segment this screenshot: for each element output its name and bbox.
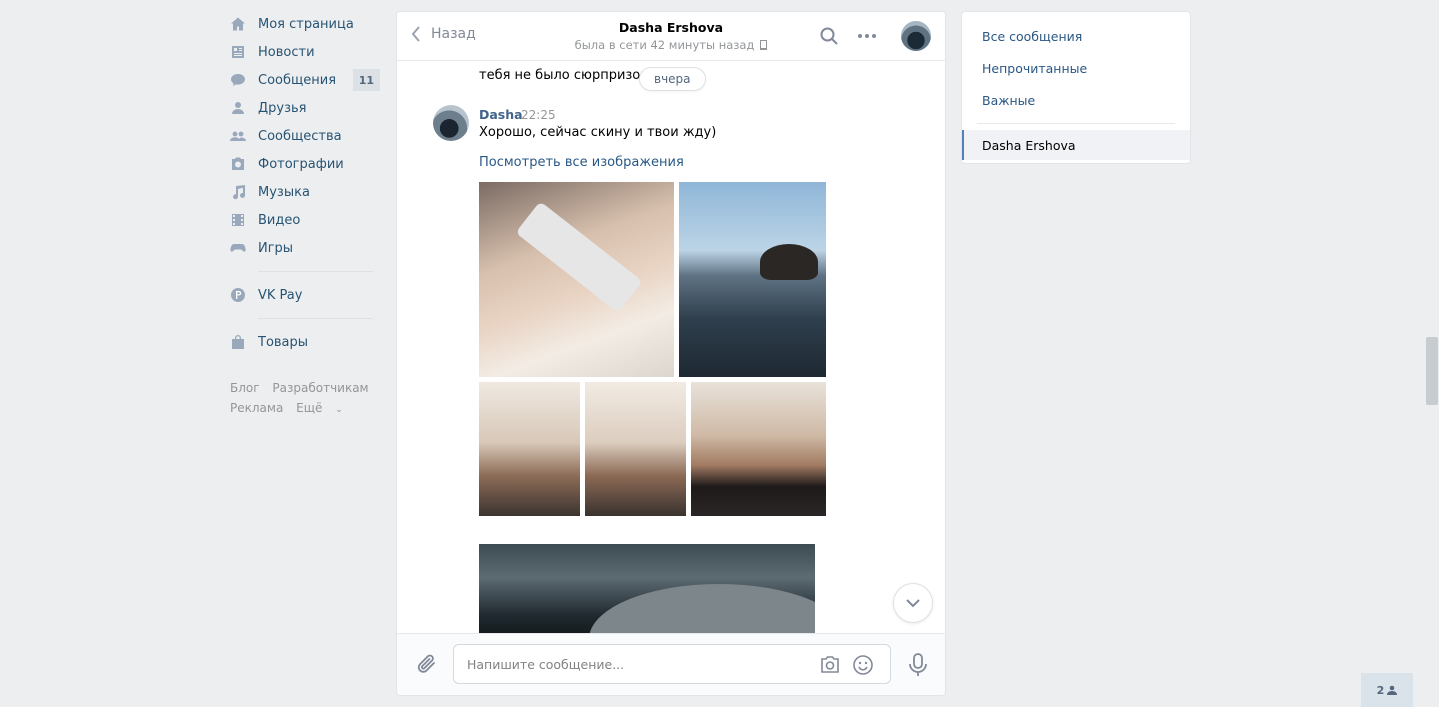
photo-attachment[interactable] [479,544,815,633]
person-icon [1387,685,1398,695]
mobile-phone-icon [760,40,768,50]
nav-item-games[interactable]: Игры [230,234,380,262]
left-navigation: Моя страница Новости Сообщения 11 Друзья… [230,10,380,420]
nav-label: Друзья [258,100,307,116]
nav-label: Сообщества [258,128,342,144]
nav-item-friends[interactable]: Друзья [230,94,380,122]
groups-icon [230,128,246,144]
chat-panel: Назад Dasha Ershova была в сети 42 минут… [396,11,946,696]
message-text: Хорошо, сейчас скину и твои жду) [479,125,717,140]
nav-label: Сообщения [258,72,337,88]
message-history[interactable]: тебя не было сюрпризов вчера Dasha 22:25… [397,61,945,633]
chevron-down-icon: ⌄ [335,405,343,415]
footer-more-label: Ещё [296,401,323,415]
nav-label: Новости [258,44,315,60]
chat-header: Назад Dasha Ershova была в сети 42 минут… [397,12,945,61]
nav-label: Товары [258,334,309,350]
footer-link-more[interactable]: Ещё ⌄ [296,401,352,415]
online-friends-button[interactable]: 2 [1361,673,1413,707]
photo-attachment[interactable] [479,182,674,377]
nav-label: Игры [258,240,294,256]
message-author[interactable]: Dasha [479,107,523,122]
message-folders: Все сообщения Непрочитанные Важные Dasha… [961,11,1191,164]
page-scrollbar[interactable] [1426,337,1438,405]
nav-item-video[interactable]: Видео [230,206,380,234]
footer-link-blog[interactable]: Блог [230,381,260,395]
peer-status: была в сети 42 минуты назад [575,38,768,52]
photo-attachment[interactable] [585,382,686,516]
nav-item-goods[interactable]: Товары [230,328,380,356]
nav-item-groups[interactable]: Сообщества [230,122,380,150]
friends-icon [230,100,246,116]
peer-avatar[interactable] [901,21,931,51]
nav-item-messages[interactable]: Сообщения 11 [230,66,380,94]
nav-footer: Блог Разработчикам Реклама Ещё ⌄ [230,378,380,420]
nav-label: VK Pay [258,287,303,303]
nav-label: Видео [258,212,301,228]
nav-label: Музыка [258,184,310,200]
sender-avatar[interactable] [433,105,469,141]
paperclip-icon[interactable] [415,652,439,676]
news-icon [230,44,246,60]
folder-unread[interactable]: Непрочитанные [962,52,1190,84]
previous-message-line: тебя не было сюрпризов [479,68,648,83]
more-options-icon[interactable] [857,26,879,48]
microphone-icon[interactable] [907,652,929,678]
nav-divider [258,271,373,272]
peer-status-text: была в сети 42 минуты назад [574,38,755,52]
date-divider: вчера [639,67,706,91]
video-icon [230,212,246,228]
message-composer [397,633,945,695]
nav-item-music[interactable]: Музыка [230,178,380,206]
nav-label: Фотографии [258,156,344,172]
camera-icon [230,156,246,172]
previous-message-text: тебя не было сюрпризов [479,67,663,84]
music-icon [230,184,246,200]
scroll-to-bottom-button[interactable] [893,583,933,623]
nav-item-my-page[interactable]: Моя страница [230,10,380,38]
folder-all-messages[interactable]: Все сообщения [962,20,1190,52]
vkpay-icon [230,287,246,303]
photo-attachment[interactable] [479,382,580,516]
folder-important[interactable]: Важные [962,84,1190,116]
nav-divider [258,318,373,319]
nav-item-news[interactable]: Новости [230,38,380,66]
footer-link-ads[interactable]: Реклама [230,401,283,415]
photo-attachment[interactable] [691,382,826,516]
message-time[interactable]: 22:25 [521,108,556,122]
chevron-down-icon [906,598,920,607]
messages-icon [230,72,246,88]
camera-icon[interactable] [819,654,841,676]
footer-link-developers[interactable]: Разработчикам [272,381,368,395]
games-icon [230,240,246,256]
online-count-value: 2 [1376,683,1385,697]
unread-count-badge: 11 [352,69,380,91]
home-icon [230,16,246,32]
nav-item-vkpay[interactable]: VK Pay [230,281,380,309]
view-all-images-link[interactable]: Посмотреть все изображения [479,155,684,170]
folder-divider [977,123,1175,124]
shopping-bag-icon [230,334,246,350]
folder-active-dialog[interactable]: Dasha Ershova [962,130,1190,160]
photo-attachment[interactable] [679,182,826,377]
search-icon[interactable] [819,26,841,48]
emoji-icon[interactable] [852,654,874,676]
nav-label: Моя страница [258,16,354,32]
nav-item-photos[interactable]: Фотографии [230,150,380,178]
